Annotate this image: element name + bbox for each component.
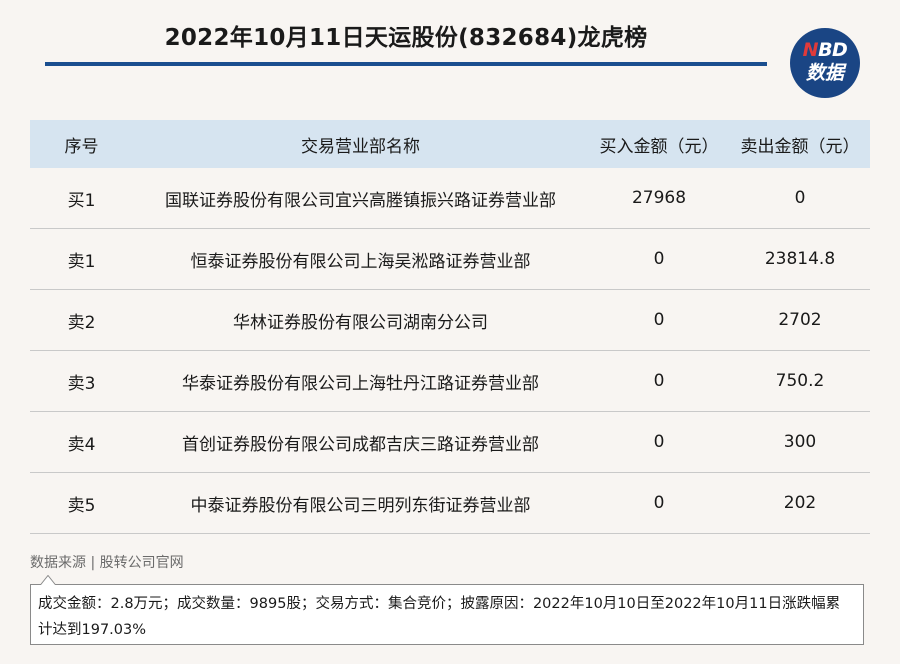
cell-buy: 0 <box>588 350 730 412</box>
cell-sell: 300 <box>730 411 870 473</box>
cell-seq: 卖4 <box>30 411 133 473</box>
table-header-row: 序号 交易营业部名称 买入金额（元） 卖出金额（元） <box>30 120 870 168</box>
cell-sell: 202 <box>730 472 870 534</box>
cell-buy: 0 <box>588 289 730 351</box>
dragon-tiger-table: 序号 交易营业部名称 买入金额（元） 卖出金额（元） 买1 国联证券股份有限公司… <box>30 120 870 534</box>
cell-name: 首创证券股份有限公司成都吉庆三路证券营业部 <box>133 411 588 473</box>
table-row: 卖1 恒泰证券股份有限公司上海吴淞路证券营业部 0 23814.8 <box>30 228 870 290</box>
logo-line-1: NBD <box>790 40 860 60</box>
cell-name: 华泰证券股份有限公司上海牡丹江路证券营业部 <box>133 350 588 412</box>
cell-buy: 0 <box>588 472 730 534</box>
cell-buy: 27968 <box>588 168 730 229</box>
cell-name: 恒泰证券股份有限公司上海吴淞路证券营业部 <box>133 228 588 290</box>
table-row: 卖5 中泰证券股份有限公司三明列东街证券营业部 0 202 <box>30 472 870 534</box>
column-header-buy: 买入金额（元） <box>588 120 730 168</box>
cell-name: 国联证券股份有限公司宜兴高塍镇振兴路证券营业部 <box>133 168 588 229</box>
table-row: 卖4 首创证券股份有限公司成都吉庆三路证券营业部 0 300 <box>30 411 870 473</box>
trade-summary-note: 成交金额：2.8万元；成交数量：9895股；交易方式：集合竞价；披露原因：202… <box>30 584 864 645</box>
cell-name: 华林证券股份有限公司湖南分公司 <box>133 289 588 351</box>
cell-seq: 买1 <box>30 168 133 229</box>
data-source-label: 数据来源 | 股转公司官网 <box>30 555 184 571</box>
column-header-seq: 序号 <box>30 120 133 168</box>
cell-name: 中泰证券股份有限公司三明列东街证券营业部 <box>133 472 588 534</box>
cell-sell: 23814.8 <box>730 228 870 290</box>
cell-sell: 0 <box>730 168 870 229</box>
cell-seq: 卖2 <box>30 289 133 351</box>
cell-seq: 卖5 <box>30 472 133 534</box>
cell-sell: 750.2 <box>730 350 870 412</box>
column-header-sell: 卖出金额（元） <box>730 120 870 168</box>
table-row: 买1 国联证券股份有限公司宜兴高塍镇振兴路证券营业部 27968 0 <box>30 168 870 229</box>
page-title: 2022年10月11日天运股份(832684)龙虎榜 <box>164 25 648 51</box>
cell-seq: 卖3 <box>30 350 133 412</box>
table-row: 卖2 华林证券股份有限公司湖南分公司 0 2702 <box>30 289 870 351</box>
logo-letter-n: N <box>802 39 819 61</box>
column-header-name: 交易营业部名称 <box>133 120 588 168</box>
logo-letters-bd: BD <box>818 39 848 61</box>
cell-seq: 卖1 <box>30 228 133 290</box>
logo-line-2: 数据 <box>805 62 844 84</box>
cell-buy: 0 <box>588 411 730 473</box>
table-row: 卖3 华泰证券股份有限公司上海牡丹江路证券营业部 0 750.2 <box>30 350 870 412</box>
cell-buy: 0 <box>588 228 730 290</box>
nbd-logo: NBD 数据 <box>790 28 860 98</box>
title-underline <box>45 62 767 66</box>
cell-sell: 2702 <box>730 289 870 351</box>
